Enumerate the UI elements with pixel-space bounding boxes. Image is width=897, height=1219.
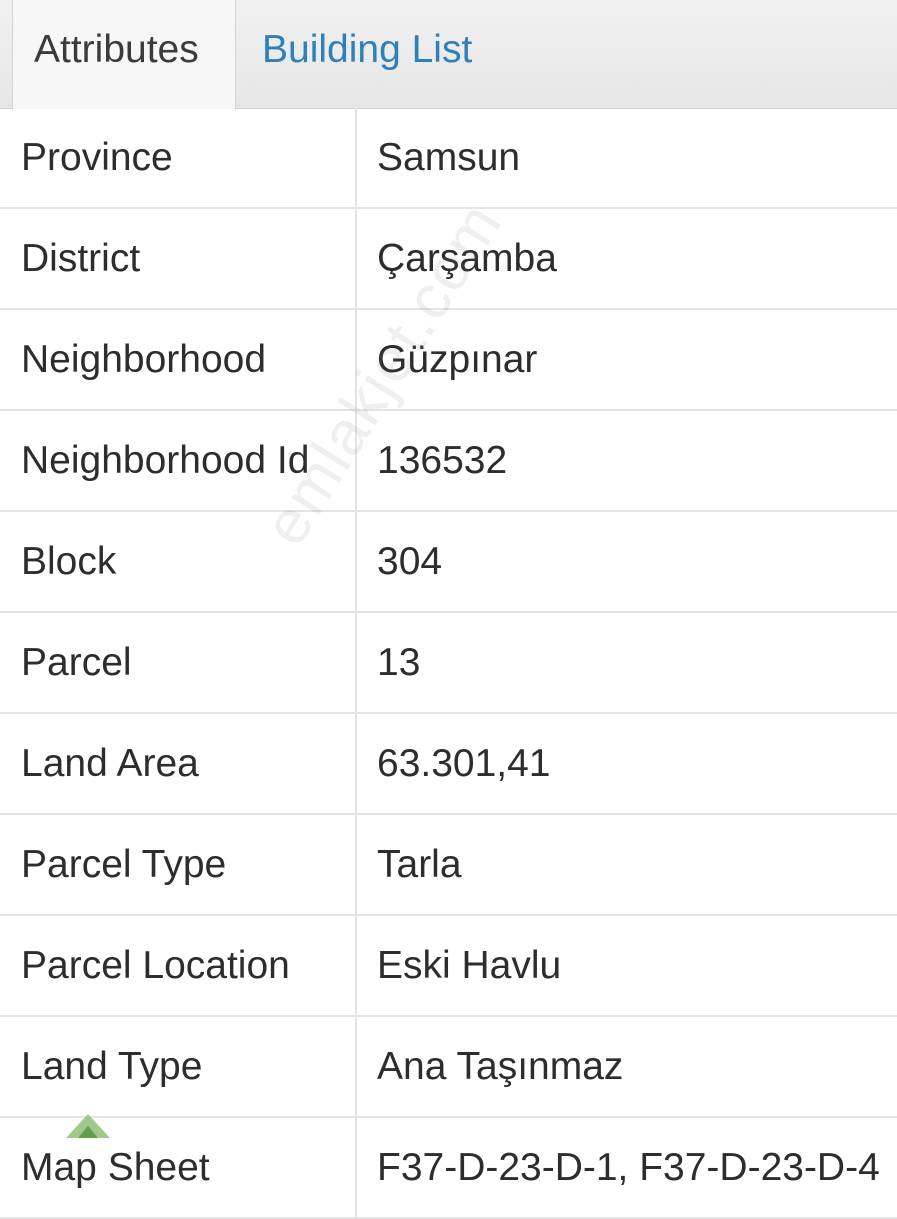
- attribute-key: Land Type: [0, 1016, 357, 1118]
- table-row: Parcel Location Eski Havlu: [0, 915, 897, 1017]
- attribute-value: 13: [356, 612, 897, 714]
- attribute-key: Parcel Location: [0, 915, 357, 1017]
- attribute-key: Map Sheet: [0, 1117, 357, 1219]
- table-row: Neighborhood Id 136532: [0, 410, 897, 512]
- table-row: Land Area 63.301,41: [0, 713, 897, 815]
- attribute-key: Parcel: [0, 612, 357, 714]
- table-row: Block 304: [0, 511, 897, 613]
- attribute-key: District: [0, 208, 357, 310]
- attribute-key: Block: [0, 511, 357, 613]
- tab-attributes[interactable]: Attributes: [12, 0, 236, 109]
- attribute-key: Land Area: [0, 713, 357, 815]
- attribute-value: 63.301,41: [356, 713, 897, 815]
- table-row: District Çarşamba: [0, 208, 897, 310]
- attribute-value: 136532: [356, 410, 897, 512]
- house-logo-icon: [66, 1114, 110, 1138]
- attribute-key: Neighborhood: [0, 309, 357, 411]
- attribute-value: F37-D-23-D-1, F37-D-23-D-4: [356, 1117, 897, 1219]
- attribute-value: Eski Havlu: [356, 915, 897, 1017]
- table-row: Parcel Type Tarla: [0, 814, 897, 916]
- attribute-value: Samsun: [356, 108, 897, 209]
- attribute-value: Çarşamba: [356, 208, 897, 310]
- attributes-table: Province Samsun District Çarşamba Neighb…: [0, 108, 897, 1219]
- table-row: Province Samsun: [0, 108, 897, 209]
- table-row: Map Sheet F37-D-23-D-1, F37-D-23-D-4: [0, 1117, 897, 1219]
- attribute-value: Tarla: [356, 814, 897, 916]
- table-row: Neighborhood Güzpınar: [0, 309, 897, 411]
- attribute-key: Province: [0, 108, 357, 209]
- attribute-key: Neighborhood Id: [0, 410, 357, 512]
- tab-bar: Attributes Building List: [0, 0, 897, 109]
- table-row: Parcel 13: [0, 612, 897, 714]
- attribute-value: 304: [356, 511, 897, 613]
- attribute-value: Ana Taşınmaz: [356, 1016, 897, 1118]
- attribute-value: Güzpınar: [356, 309, 897, 411]
- table-row: Land Type Ana Taşınmaz: [0, 1016, 897, 1118]
- attribute-key: Parcel Type: [0, 814, 357, 916]
- tab-building-list[interactable]: Building List: [262, 0, 472, 108]
